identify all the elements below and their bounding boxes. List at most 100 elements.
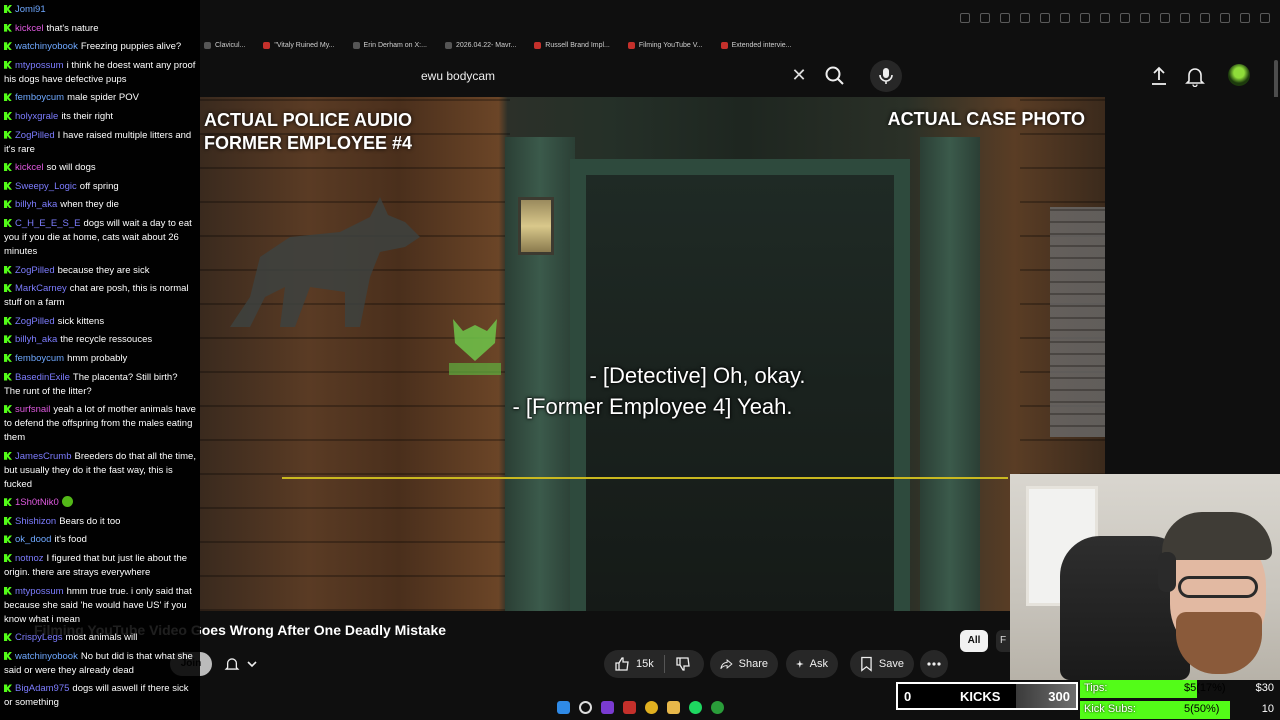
bookmark-icon[interactable] xyxy=(1000,13,1010,23)
share-page-icon[interactable] xyxy=(980,13,990,23)
chat-username[interactable]: BasedinExile xyxy=(15,372,70,383)
chat-username[interactable]: CrispyLegs xyxy=(15,632,63,643)
chat-username[interactable]: mtypossum xyxy=(15,60,64,71)
kick-badge-icon xyxy=(4,535,12,544)
headphones-icon[interactable] xyxy=(1140,13,1150,23)
more-icon[interactable] xyxy=(1260,13,1270,23)
bookmark-item[interactable]: "Vitaly Ruined My... xyxy=(263,41,335,49)
account-avatar[interactable] xyxy=(1228,64,1250,86)
save-button[interactable]: Save xyxy=(850,650,914,678)
chip-all[interactable]: All xyxy=(960,630,988,652)
more-dots-icon xyxy=(927,662,941,666)
video-progress-bar[interactable] xyxy=(282,477,1008,479)
download-icon[interactable] xyxy=(1180,13,1190,23)
microphone-icon[interactable] xyxy=(870,60,902,92)
chat-message: femboycum male spider POV xyxy=(4,91,196,105)
bookmark-item[interactable]: Clavicul... xyxy=(204,41,245,49)
overlay-line: FORMER EMPLOYEE #4 xyxy=(204,133,413,153)
extension-icon[interactable] xyxy=(1020,13,1030,23)
bookmark-label: Extended intervie... xyxy=(731,41,792,49)
ask-button[interactable]: Ask xyxy=(786,650,838,678)
chat-username[interactable]: femboycum xyxy=(15,92,64,103)
subscription-bell-button[interactable] xyxy=(224,652,272,676)
chat-message: notnoz I figured that but just lie about … xyxy=(4,552,196,580)
bookmark-item[interactable]: Erin Derham on X:... xyxy=(352,41,427,49)
chat-username[interactable]: JamesCrumb xyxy=(15,451,72,462)
search-icon[interactable] xyxy=(822,63,848,89)
thumbs-down-icon[interactable] xyxy=(675,656,691,672)
share-button[interactable]: Share xyxy=(710,650,778,678)
chat-username[interactable]: watchinyobook xyxy=(15,651,78,662)
shield-icon[interactable] xyxy=(1040,13,1050,23)
video-player[interactable]: ACTUAL POLICE AUDIO FORMER EMPLOYEE #4 A… xyxy=(200,97,1105,611)
chat-username[interactable]: BigAdam975 xyxy=(15,683,69,694)
bookmark-item[interactable]: 2026.04.22- Mavr... xyxy=(444,41,516,49)
kick-badge-icon xyxy=(4,5,12,13)
chat-username[interactable]: ok_dood xyxy=(15,534,51,545)
chat-username[interactable]: kickcel xyxy=(15,23,44,34)
streamer-glasses xyxy=(1178,576,1258,598)
heart-icon[interactable] xyxy=(1060,13,1070,23)
bookmark-item[interactable]: Filming YouTube V... xyxy=(627,41,703,49)
chat-username[interactable]: mtypossum xyxy=(15,586,64,597)
like-count[interactable]: 15k xyxy=(636,658,654,670)
xbox-icon[interactable] xyxy=(711,701,724,714)
chat-username[interactable]: Shishizon xyxy=(15,516,56,527)
chat-message: surfsnail yeah a lot of mother animals ha… xyxy=(4,403,196,445)
chevron-icon[interactable] xyxy=(1200,13,1210,23)
thumbs-up-icon[interactable] xyxy=(614,656,630,672)
chat-username[interactable]: ZogPilled xyxy=(15,316,55,327)
taskbar-app-icon[interactable] xyxy=(623,701,636,714)
taskbar-search-icon[interactable] xyxy=(579,701,592,714)
kick-badge-icon xyxy=(4,554,12,563)
bookmark-item[interactable]: Extended intervie... xyxy=(720,41,792,49)
puzzle-icon[interactable] xyxy=(1160,13,1170,23)
chat-text: sick kittens xyxy=(57,315,105,327)
chip-next[interactable]: F xyxy=(996,630,1010,652)
chrome-icon[interactable] xyxy=(645,701,658,714)
overlay-caption-right: ACTUAL CASE PHOTO xyxy=(887,109,1085,129)
window-icon[interactable] xyxy=(1120,13,1130,23)
tab-icon[interactable] xyxy=(1100,13,1110,23)
more-actions-button[interactable] xyxy=(920,650,948,678)
chat-username[interactable]: billyh_aka xyxy=(15,199,57,210)
wolf-sign xyxy=(230,197,420,327)
chat-username[interactable]: watchinyobook xyxy=(15,41,78,52)
chat-username[interactable]: kickcel xyxy=(15,162,44,173)
taskbar-app-icon[interactable] xyxy=(601,701,614,714)
chat-username[interactable]: ZogPilled xyxy=(15,130,55,141)
folder-icon[interactable] xyxy=(667,701,680,714)
chat-text: Bears do it too xyxy=(59,515,121,527)
kick-badge-icon xyxy=(4,633,12,642)
zoom-icon[interactable] xyxy=(960,13,970,23)
chat-text: so will dogs xyxy=(46,162,96,174)
bookmark-item[interactable]: Russell Brand Impl... xyxy=(534,41,610,49)
bookmark-save-icon xyxy=(861,656,872,672)
chat-username[interactable]: femboycum xyxy=(15,353,64,364)
chat-username[interactable]: ZogPilled xyxy=(15,265,55,276)
page-icon xyxy=(444,41,452,49)
notifications-bell-icon[interactable] xyxy=(1184,65,1206,88)
chat-username[interactable]: 1Sh0tNik0 xyxy=(15,497,59,508)
spotify-icon[interactable] xyxy=(689,701,702,714)
kick-badge-icon xyxy=(4,42,12,51)
chat-username[interactable]: holyxgrale xyxy=(15,111,58,122)
chat-message: femboycum hmm probably xyxy=(4,352,196,366)
chat-username[interactable]: billyh_aka xyxy=(15,334,57,345)
search-input[interactable]: ewu bodycam xyxy=(408,60,818,92)
ai-icon[interactable] xyxy=(1240,13,1250,23)
windows-start-icon[interactable] xyxy=(557,701,570,714)
chat-username[interactable]: Sweepy_Logic xyxy=(15,181,77,192)
clear-search-icon[interactable]: ✕ xyxy=(788,64,810,86)
gear-icon[interactable] xyxy=(1220,13,1230,23)
chat-text: hmm probably xyxy=(67,352,128,364)
chat-username[interactable]: C_H_E_E_S_E xyxy=(15,218,80,229)
upload-icon[interactable] xyxy=(1148,65,1170,87)
chat-username[interactable]: notnoz xyxy=(15,553,44,564)
chat-username[interactable]: Jomi91 xyxy=(15,4,46,15)
bookmark-label: Erin Derham on X:... xyxy=(363,41,427,49)
kick-badge-icon xyxy=(4,111,12,120)
chat-username[interactable]: MarkCarney xyxy=(15,283,67,294)
play-icon[interactable] xyxy=(1080,13,1090,23)
chat-username[interactable]: surfsnail xyxy=(15,404,50,415)
